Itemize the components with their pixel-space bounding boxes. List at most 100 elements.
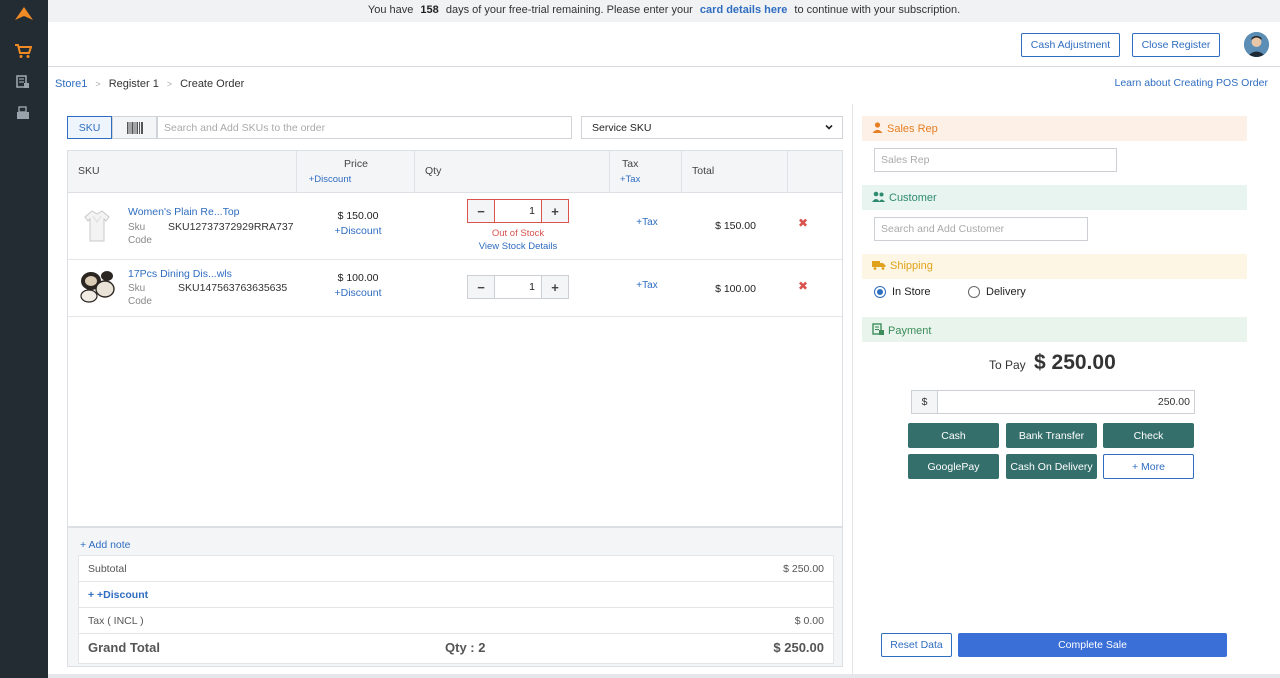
header-tax-link[interactable]: +Tax xyxy=(620,174,640,185)
cash-button[interactable]: Cash xyxy=(908,423,999,448)
cash-on-delivery-button[interactable]: Cash On Delivery xyxy=(1006,454,1097,479)
remove-item-icon[interactable]: ✖ xyxy=(798,216,808,230)
service-sku-select[interactable]: Service SKU xyxy=(581,116,843,139)
sku-search-input[interactable]: Search and Add SKUs to the order xyxy=(157,116,572,139)
col-qty-label: Qty xyxy=(425,165,442,177)
payment-amount-input[interactable]: 250.00 xyxy=(937,390,1195,414)
table-row: 17Pcs Dining Dis...wls Sku Code SKU147563… xyxy=(68,260,842,317)
view-stock-details-link[interactable]: View Stock Details xyxy=(458,241,578,252)
item-total: $ 100.00 xyxy=(715,283,756,295)
currency-addon: $ xyxy=(911,390,938,414)
item-total: $ 150.00 xyxy=(715,220,756,232)
truck-icon xyxy=(872,261,886,270)
check-button[interactable]: Check xyxy=(1103,423,1194,448)
remove-item-icon[interactable]: ✖ xyxy=(798,279,808,293)
grand-total-value: $ 250.00 xyxy=(773,640,824,655)
users-icon xyxy=(872,191,885,202)
item-discount-link[interactable]: +Discount xyxy=(318,225,398,237)
reset-data-button[interactable]: Reset Data xyxy=(881,633,952,657)
quantity-stepper[interactable]: − 1 + xyxy=(467,275,569,299)
top-header: Cash Adjustment Close Register xyxy=(48,22,1280,67)
increment-button[interactable]: + xyxy=(542,276,568,298)
order-summary: + Add note Subtotal $ 250.00 + +Discount… xyxy=(67,527,843,667)
orders-icon[interactable] xyxy=(12,71,34,93)
breadcrumb-store[interactable]: Store1 xyxy=(55,78,87,90)
close-register-button[interactable]: Close Register xyxy=(1132,33,1220,57)
product-image xyxy=(78,267,116,305)
item-tax-link[interactable]: +Tax xyxy=(618,280,676,291)
card-details-link[interactable]: card details here xyxy=(700,4,787,16)
customer-title: Customer xyxy=(889,192,937,204)
product-name-link[interactable]: Women's Plain Re...Top xyxy=(128,206,240,218)
breadcrumb-separator: > xyxy=(95,79,101,89)
sku-code-value: SKU12737372929RRA737 xyxy=(168,221,294,233)
sales-rep-input[interactable]: Sales Rep xyxy=(874,148,1117,172)
subtotal-row: Subtotal $ 250.00 xyxy=(79,556,833,582)
barcode-icon[interactable] xyxy=(112,116,157,139)
cart-icon[interactable] xyxy=(12,40,34,62)
breadcrumb: Store1 > Register 1 > Create Order xyxy=(55,78,244,90)
bottom-edge xyxy=(48,674,1280,678)
payment-title: Payment xyxy=(888,325,932,337)
trial-text-middle: days of your free-trial remaining. Pleas… xyxy=(445,4,693,16)
col-total: Total xyxy=(682,151,788,193)
quantity-input[interactable]: 1 xyxy=(494,200,542,222)
user-avatar[interactable] xyxy=(1244,32,1269,57)
col-sku: SKU xyxy=(68,151,297,193)
increment-button[interactable]: + xyxy=(542,200,568,222)
in-store-label: In Store xyxy=(892,286,931,298)
discount-row: + +Discount xyxy=(79,582,833,608)
col-tax: Tax +Tax xyxy=(610,151,682,193)
service-sku-value: Service SKU xyxy=(592,122,652,134)
grand-total-label: Grand Total xyxy=(88,640,160,655)
item-price: $ 150.00 xyxy=(337,210,379,222)
trial-banner: You have 158 days of your free-trial rem… xyxy=(48,0,1280,22)
sku-code-label: Sku Code xyxy=(128,222,152,246)
header-discount-link[interactable]: +Discount xyxy=(297,174,363,185)
person-icon xyxy=(872,122,883,133)
shipping-title: Shipping xyxy=(890,260,933,272)
product-name-link[interactable]: 17Pcs Dining Dis...wls xyxy=(128,268,232,280)
table-header: SKU Price +Discount Qty Tax +Tax Total xyxy=(68,151,842,193)
quantity-input[interactable]: 1 xyxy=(494,276,542,298)
receipt-icon xyxy=(872,323,884,335)
sku-search-toggle[interactable]: SKU xyxy=(67,116,112,139)
add-discount-link[interactable]: + +Discount xyxy=(88,589,148,601)
subtotal-label: Subtotal xyxy=(88,563,127,575)
col-tax-label: Tax xyxy=(622,158,639,170)
shipping-section: Shipping xyxy=(862,254,1247,279)
out-of-stock-label: Out of Stock xyxy=(491,228,545,239)
item-discount-link[interactable]: +Discount xyxy=(318,287,398,299)
googlepay-button[interactable]: GooglePay xyxy=(908,454,999,479)
add-note-link[interactable]: + Add note xyxy=(80,539,131,551)
learn-creating-order-link[interactable]: Learn about Creating POS Order xyxy=(1114,77,1268,89)
complete-sale-button[interactable]: Complete Sale xyxy=(958,633,1227,657)
trial-days: 158 xyxy=(420,4,439,16)
col-total-label: Total xyxy=(692,165,715,177)
delivery-label: Delivery xyxy=(986,286,1026,298)
breadcrumb-register[interactable]: Register 1 xyxy=(109,78,159,90)
cash-adjustment-button[interactable]: Cash Adjustment xyxy=(1021,33,1120,57)
more-payment-methods-button[interactable]: + More xyxy=(1103,454,1194,479)
breadcrumb-separator: > xyxy=(166,79,173,89)
total-qty: Qty : 2 xyxy=(445,640,486,655)
app-logo-icon[interactable] xyxy=(14,6,34,22)
customer-section: Customer xyxy=(862,185,1247,210)
col-qty: Qty xyxy=(415,151,610,193)
item-tax-link[interactable]: +Tax xyxy=(618,217,676,228)
trial-text-before: You have xyxy=(367,4,414,16)
in-store-radio[interactable]: In Store xyxy=(874,286,931,298)
register-icon[interactable] xyxy=(12,102,34,124)
product-image xyxy=(78,207,116,245)
grand-total-row: Grand Total Qty : 2 $ 250.00 xyxy=(79,634,833,663)
quantity-stepper[interactable]: − 1 + xyxy=(467,199,569,223)
customer-search-input[interactable]: Search and Add Customer xyxy=(874,217,1088,241)
tax-value: $ 0.00 xyxy=(794,615,824,627)
sales-rep-title: Sales Rep xyxy=(887,123,938,135)
bank-transfer-button[interactable]: Bank Transfer xyxy=(1006,423,1097,448)
tax-row: Tax ( INCL ) $ 0.00 xyxy=(79,608,833,634)
decrement-button[interactable]: − xyxy=(468,200,494,222)
trial-text-after: to continue with your subscription. xyxy=(794,4,961,16)
decrement-button[interactable]: − xyxy=(468,276,494,298)
delivery-radio[interactable]: Delivery xyxy=(968,286,1026,298)
